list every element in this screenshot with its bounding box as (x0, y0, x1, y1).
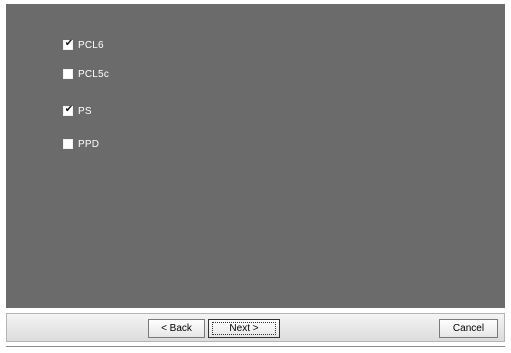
cancel-button[interactable]: Cancel (439, 319, 498, 338)
option-ps[interactable]: ✔ PS (63, 104, 92, 118)
back-button-label: < Back (161, 323, 192, 334)
option-pcl5c[interactable]: ✔ PCL5c (63, 67, 109, 81)
check-mark-icon: ✔ (64, 38, 74, 49)
pcl6-checkbox[interactable]: ✔ (63, 38, 74, 50)
ppd-checkbox[interactable]: ✔ (63, 139, 73, 149)
cancel-button-label: Cancel (452, 323, 485, 334)
installer-dialog: ✔ PCL6 ✔ PCL5c ✔ PS ✔ PPD < Back Next > … (0, 0, 511, 353)
check-mark-icon: ✔ (64, 104, 74, 115)
option-pcl6[interactable]: ✔ PCL6 (63, 38, 104, 52)
next-button-label: Next > (229, 323, 259, 334)
next-button[interactable]: Next > (208, 319, 280, 338)
bottom-divider (6, 346, 505, 347)
pcl6-label: PCL6 (78, 39, 104, 51)
back-button[interactable]: < Back (148, 319, 205, 338)
ppd-label: PPD (78, 138, 100, 150)
pcl5c-checkbox[interactable]: ✔ (63, 69, 73, 79)
driver-options-panel: ✔ PCL6 ✔ PCL5c ✔ PS ✔ PPD (6, 4, 505, 308)
ps-checkbox[interactable]: ✔ (63, 104, 74, 116)
option-ppd[interactable]: ✔ PPD (63, 137, 99, 151)
ps-label: PS (78, 105, 92, 117)
pcl5c-label: PCL5c (78, 68, 110, 80)
button-bar: < Back Next > Cancel (6, 313, 505, 342)
